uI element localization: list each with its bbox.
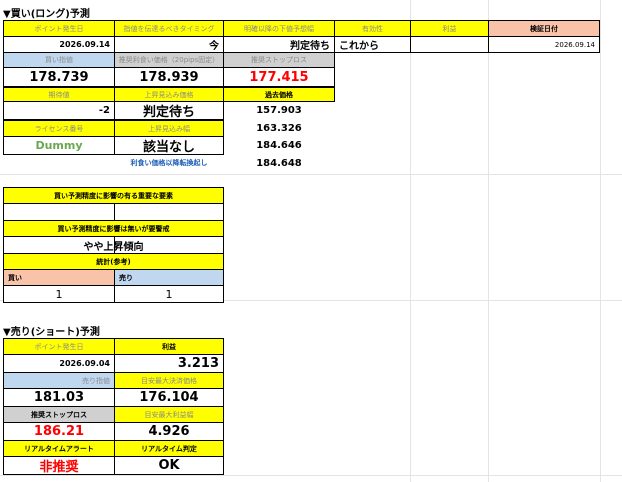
- buy-limit-value[interactable]: 178.739: [3, 67, 115, 87]
- buy-verify-value[interactable]: 2026.09.14: [488, 36, 600, 53]
- buy-lower-header: 明確以降の下値予想幅: [223, 20, 335, 37]
- expected-header: 期待値: [3, 87, 115, 102]
- buy-profit-header: 利益: [410, 20, 489, 37]
- up-range-header: 上昇見込み幅: [114, 120, 224, 137]
- sell-target-value[interactable]: 176.104: [114, 388, 224, 407]
- buy-notify-header: 指値を伝達るべきタイミング: [114, 20, 224, 37]
- stats-sell-value[interactable]: 1: [114, 285, 224, 303]
- take-profit-value[interactable]: 178.939: [114, 67, 224, 87]
- sell-section-title: ▼売り(ショート)予測: [3, 326, 100, 338]
- buy-verify-header: 検証日付: [488, 20, 600, 37]
- buy-section-title: ▼買い(ロング)予測: [3, 8, 90, 20]
- expected-value[interactable]: -2: [3, 101, 115, 120]
- up-price-value[interactable]: 判定待ち: [114, 101, 224, 120]
- realtime-alert-value[interactable]: 非推奨: [3, 456, 115, 475]
- stats-buy-value[interactable]: 1: [3, 285, 115, 303]
- buy-valid-value[interactable]: これから: [334, 36, 411, 53]
- buy-date-header: ポイント発生日: [3, 20, 115, 37]
- sell-profit-value[interactable]: 3.213: [114, 354, 224, 373]
- grid-line: [410, 0, 411, 482]
- license-header: ライセンス番号: [3, 120, 115, 137]
- grid-line: [0, 475, 622, 476]
- buy-date-value[interactable]: 2026.09.14: [3, 36, 115, 53]
- up-range-value[interactable]: 該当なし: [114, 136, 224, 155]
- sell-profit-header: 利益: [114, 338, 224, 355]
- history-price-4: 184.648: [256, 157, 302, 169]
- history-price-3: 184.646: [256, 140, 302, 151]
- take-profit-header: 推奨利食い価格（20pips固定）: [114, 52, 224, 68]
- history-price-1: 157.903: [256, 105, 302, 116]
- sell-date-header: ポイント発生日: [3, 338, 115, 355]
- license-value[interactable]: Dummy: [3, 136, 115, 155]
- buy-stop-value[interactable]: 177.415: [223, 67, 335, 87]
- take-profit-note: 利食い価格以降転換起し: [130, 159, 208, 167]
- cell-divider: [114, 203, 115, 221]
- cell-divider: [114, 236, 115, 254]
- grid-line: [0, 174, 622, 175]
- grid-line: [600, 0, 601, 482]
- sell-max-profit-header: 目安最大利益幅: [114, 406, 224, 423]
- sell-stop-header: 推奨ストップロス: [3, 406, 115, 423]
- impact-major-header: 買い予測精度に影響の有る重要な要素: [3, 187, 224, 204]
- sell-stop-value[interactable]: 186.21: [3, 422, 115, 441]
- realtime-alert-header: リアルタイムアラート: [3, 440, 115, 457]
- realtime-judge-value[interactable]: OK: [114, 456, 224, 475]
- buy-lower-value[interactable]: 判定待ち: [223, 36, 335, 53]
- realtime-judge-header: リアルタイム判定: [114, 440, 224, 457]
- buy-stop-header: 推奨ストップロス: [223, 52, 335, 68]
- sell-limit-value[interactable]: 181.03: [3, 388, 115, 407]
- buy-limit-header: 買い指値: [3, 52, 115, 68]
- history-price-header: 過去価格: [223, 87, 335, 102]
- sell-target-header: 目安最大決済価格: [114, 372, 224, 389]
- buy-valid-header: 有効性: [334, 20, 411, 37]
- stats-sell-header: 売り: [114, 269, 224, 286]
- sell-date-value[interactable]: 2026.09.04: [3, 354, 115, 373]
- buy-notify-value[interactable]: 今: [114, 36, 224, 53]
- impact-warn-header: 買い予測精度に影響は無いが要警戒: [3, 220, 224, 237]
- history-price-2: 163.326: [256, 123, 302, 134]
- grid-line: [488, 0, 489, 482]
- up-price-header: 上昇見込み価格: [114, 87, 224, 102]
- stats-header: 統計(参考): [3, 253, 224, 270]
- sell-limit-header: 売り指値: [3, 372, 115, 389]
- buy-profit-value[interactable]: [410, 36, 489, 53]
- stats-buy-header: 買い: [3, 269, 115, 286]
- sell-max-profit-value[interactable]: 4.926: [114, 422, 224, 441]
